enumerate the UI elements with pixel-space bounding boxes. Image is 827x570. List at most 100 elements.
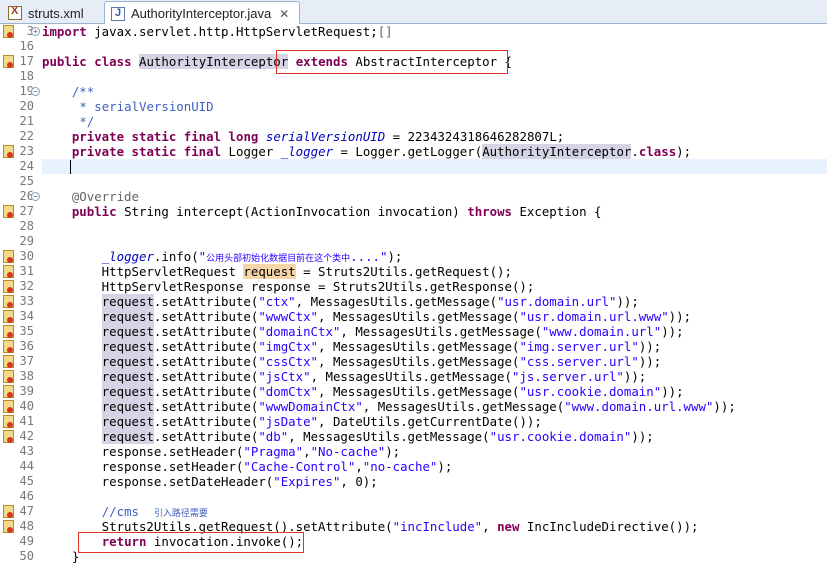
line-number: 16 — [19, 39, 34, 53]
line-number: 43 — [19, 444, 34, 458]
code-line[interactable]: 46 — [0, 489, 827, 504]
warning-marker-icon[interactable] — [2, 400, 14, 413]
code-text: request.setAttribute("db", MessagesUtils… — [101, 429, 654, 444]
code-line[interactable]: 3+import javax.servlet.http.HttpServletR… — [0, 24, 827, 39]
warning-marker-icon[interactable] — [2, 370, 14, 383]
annotation-box-extends — [276, 50, 508, 74]
warning-marker-icon[interactable] — [2, 355, 14, 368]
code-text: /** — [71, 84, 95, 99]
code-text: */ — [79, 114, 95, 129]
code-line[interactable]: 37 request.setAttribute("cssCtx", Messag… — [0, 354, 827, 369]
code-line[interactable]: 28 — [0, 219, 827, 234]
line-number: 29 — [19, 234, 34, 248]
code-line[interactable]: 27 public String intercept(ActionInvocat… — [0, 204, 827, 219]
code-line[interactable]: 35 request.setAttribute("domainCtx", Mes… — [0, 324, 827, 339]
warning-marker-icon[interactable] — [2, 265, 14, 278]
code-text: request.setAttribute("ctx", MessagesUtil… — [101, 294, 639, 309]
warning-marker-icon[interactable] — [2, 325, 14, 338]
warning-marker-icon[interactable] — [2, 280, 14, 293]
fold-collapse-icon[interactable]: − — [31, 87, 40, 96]
line-number: 25 — [19, 174, 34, 188]
code-text: request.setAttribute("jsDate", DateUtils… — [101, 414, 542, 429]
code-line[interactable]: 19− /** — [0, 84, 827, 99]
code-text: request.setAttribute("domainCtx", Messag… — [101, 324, 684, 339]
code-line[interactable]: 25 — [0, 174, 827, 189]
code-text: response.setHeader("Cache-Control","no-c… — [42, 459, 453, 474]
line-number: 18 — [19, 69, 34, 83]
line-number: 22 — [19, 129, 34, 143]
line-number: 23 — [19, 144, 34, 158]
code-line[interactable]: 21 */ — [0, 114, 827, 129]
line-number: 41 — [19, 414, 34, 428]
line-number: 38 — [19, 369, 34, 383]
line-number: 44 — [19, 459, 34, 473]
xml-file-icon — [8, 5, 22, 20]
code-line[interactable]: 23 private static final Logger _logger =… — [0, 144, 827, 159]
code-line[interactable]: 42 request.setAttribute("db", MessagesUt… — [0, 429, 827, 444]
line-number: 33 — [19, 294, 34, 308]
warning-marker-icon[interactable] — [2, 55, 14, 68]
warning-marker-icon[interactable] — [2, 520, 14, 533]
code-text: public String intercept(ActionInvocation… — [71, 204, 602, 219]
warning-marker-icon[interactable] — [2, 145, 14, 158]
code-line[interactable]: 44 response.setHeader("Cache-Control","n… — [0, 459, 827, 474]
code-text: request.setAttribute("wwwCtx", MessagesU… — [101, 309, 692, 324]
code-line[interactable]: 41 request.setAttribute("jsDate", DateUt… — [0, 414, 827, 429]
code-line[interactable]: 24 — [0, 159, 827, 174]
annotation-box-return — [78, 532, 304, 553]
code-text: response.setDateHeader("Expires", 0); — [42, 474, 378, 489]
code-text: import javax.servlet.http.HttpServletReq… — [42, 24, 393, 39]
line-number: 31 — [19, 264, 34, 278]
line-number: 45 — [19, 474, 34, 488]
code-text: * serialVersionUID — [79, 99, 214, 114]
code-text: HttpServletRequest request = Struts2Util… — [42, 264, 512, 279]
code-line[interactable]: 40 request.setAttribute("wwwDomainCtx", … — [0, 399, 827, 414]
warning-marker-icon[interactable] — [2, 340, 14, 353]
code-line[interactable]: 30 _logger.info("公用头部初始化数据目前在这个类中...."); — [0, 249, 827, 264]
code-line[interactable]: 32 HttpServletResponse response = Struts… — [0, 279, 827, 294]
java-file-icon — [111, 6, 125, 21]
tab-struts-xml[interactable]: struts.xml — [2, 2, 102, 24]
warning-marker-icon[interactable] — [2, 25, 14, 38]
code-text: request.setAttribute("wwwDomainCtx", Mes… — [101, 399, 736, 414]
line-number: 32 — [19, 279, 34, 293]
close-icon[interactable]: ✕ — [279, 7, 289, 21]
code-line[interactable]: 47 //cms 引入路径需要 — [0, 504, 827, 519]
warning-marker-icon[interactable] — [2, 205, 14, 218]
code-line[interactable]: 34 request.setAttribute("wwwCtx", Messag… — [0, 309, 827, 324]
code-text: request.setAttribute("cssCtx", MessagesU… — [101, 354, 662, 369]
code-text: request.setAttribute("imgCtx", MessagesU… — [101, 339, 662, 354]
code-text: private static final Logger _logger = Lo… — [71, 144, 692, 159]
code-line[interactable]: 22 private static final long serialVersi… — [0, 129, 827, 144]
code-line[interactable]: 38 request.setAttribute("jsCtx", Message… — [0, 369, 827, 384]
code-text: @Override — [71, 189, 139, 204]
tab-authority-interceptor-java[interactable]: AuthorityInterceptor.java ✕ — [104, 1, 300, 25]
code-line[interactable]: 26− @Override — [0, 189, 827, 204]
line-number: 42 — [19, 429, 34, 443]
fold-collapse-icon[interactable]: − — [31, 192, 40, 201]
code-editor[interactable]: 3+import javax.servlet.http.HttpServletR… — [0, 24, 827, 570]
line-number: 47 — [19, 504, 34, 518]
code-line[interactable]: 33 request.setAttribute("ctx", MessagesU… — [0, 294, 827, 309]
line-number: 37 — [19, 354, 34, 368]
code-line[interactable]: 45 response.setDateHeader("Expires", 0); — [0, 474, 827, 489]
code-line[interactable]: 36 request.setAttribute("imgCtx", Messag… — [0, 339, 827, 354]
warning-marker-icon[interactable] — [2, 415, 14, 428]
warning-marker-icon[interactable] — [2, 385, 14, 398]
warning-marker-icon[interactable] — [2, 430, 14, 443]
warning-marker-icon[interactable] — [2, 310, 14, 323]
warning-marker-icon[interactable] — [2, 250, 14, 263]
warning-marker-icon[interactable] — [2, 505, 14, 518]
fold-expand-icon[interactable]: + — [31, 27, 40, 36]
code-line[interactable]: 29 — [0, 234, 827, 249]
line-number: 36 — [19, 339, 34, 353]
code-text: } — [42, 549, 80, 564]
line-number: 49 — [19, 534, 34, 548]
code-line[interactable]: 39 request.setAttribute("domCtx", Messag… — [0, 384, 827, 399]
code-line[interactable]: 43 response.setHeader("Pragma","No-cache… — [0, 444, 827, 459]
line-number: 48 — [19, 519, 34, 533]
warning-marker-icon[interactable] — [2, 295, 14, 308]
code-line[interactable]: 20 * serialVersionUID — [0, 99, 827, 114]
code-line[interactable]: 31 HttpServletRequest request = Struts2U… — [0, 264, 827, 279]
line-number: 30 — [19, 249, 34, 263]
